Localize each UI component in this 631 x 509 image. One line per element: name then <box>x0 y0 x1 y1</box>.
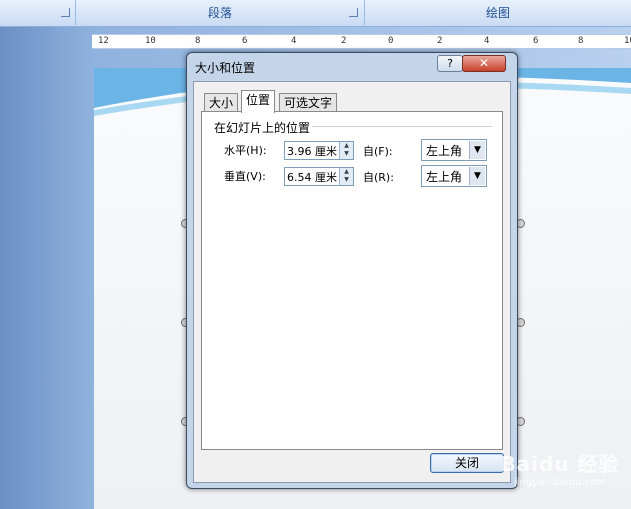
ruler-tick: 6 <box>242 36 248 46</box>
ruler-tick: 8 <box>578 36 584 46</box>
vertical-value: 6.54 厘米 <box>287 171 337 184</box>
vertical-from-select[interactable]: 左上角 ▼ <box>421 165 487 187</box>
selected-value: 左上角 <box>426 144 463 158</box>
size-position-dialog: 大小和位置 ? ✕ 大小 位置 可选文字 在幻灯片上的位置 水平(H): 3.9… <box>186 52 518 489</box>
dialog-launcher-icon[interactable] <box>349 8 358 17</box>
ruler-tick: 0 <box>388 36 394 46</box>
horizontal-position-input[interactable]: 3.96 厘米 ▲ ▼ <box>284 141 354 160</box>
tab-alt-text[interactable]: 可选文字 <box>279 93 338 112</box>
ribbon-group-drawing: 绘图 <box>365 0 631 25</box>
dialog-launcher-icon[interactable] <box>61 8 70 17</box>
ribbon-group-font <box>0 0 76 25</box>
horizontal-label: 水平(H): <box>224 144 267 157</box>
ribbon-group-bar: 段落 绘图 <box>0 0 631 27</box>
dialog-body: 大小 位置 可选文字 在幻灯片上的位置 水平(H): 3.96 厘米 ▲ ▼ 自… <box>193 81 511 483</box>
section-title: 在幻灯片上的位置 <box>214 121 311 135</box>
section-divider <box>312 126 492 127</box>
selected-value: 左上角 <box>426 170 463 184</box>
watermark-url: jingyan.baidu.com <box>513 477 607 488</box>
horizontal-value: 3.96 厘米 <box>287 145 337 158</box>
tab-position[interactable]: 位置 <box>241 90 276 113</box>
dialog-title: 大小和位置 <box>195 61 256 75</box>
ribbon-group-label: 绘图 <box>485 6 510 20</box>
horizontal-ruler[interactable]: 12 10 8 6 4 2 0 2 4 6 8 10 <box>92 34 631 49</box>
spin-down-icon[interactable]: ▼ <box>340 176 353 184</box>
spinner-buttons[interactable]: ▲ ▼ <box>339 168 353 185</box>
ruler-tick: 6 <box>533 36 539 46</box>
tab-panel-position: 在幻灯片上的位置 水平(H): 3.96 厘米 ▲ ▼ 自(F): 左上角 ▼ … <box>201 111 503 450</box>
chevron-down-icon[interactable]: ▼ <box>469 141 485 159</box>
chevron-down-icon[interactable]: ▼ <box>469 167 485 185</box>
ruler-tick: 2 <box>437 36 443 46</box>
ribbon-group-paragraph: 段落 <box>76 0 365 25</box>
tab-size[interactable]: 大小 <box>204 93 239 112</box>
watermark-main: Baidu 经验 <box>500 452 620 476</box>
ruler-tick: 10 <box>624 36 631 46</box>
spin-down-icon[interactable]: ▼ <box>340 150 353 158</box>
ruler-tick: 2 <box>341 36 347 46</box>
ribbon-group-label: 段落 <box>207 6 232 20</box>
vertical-label: 垂直(V): <box>224 170 266 183</box>
vertical-from-label: 自(R): <box>363 171 394 184</box>
horizontal-from-label: 自(F): <box>363 145 393 158</box>
close-icon[interactable]: ✕ <box>462 55 506 72</box>
ruler-tick: 8 <box>195 36 201 46</box>
help-button[interactable]: ? <box>437 55 463 72</box>
ruler-tick: 10 <box>145 36 156 46</box>
horizontal-from-select[interactable]: 左上角 ▼ <box>421 139 487 161</box>
close-button[interactable]: 关闭 <box>430 453 504 473</box>
spinner-buttons[interactable]: ▲ ▼ <box>339 142 353 159</box>
vertical-position-input[interactable]: 6.54 厘米 ▲ ▼ <box>284 167 354 186</box>
ruler-tick: 4 <box>484 36 490 46</box>
ruler-tick: 12 <box>98 36 109 46</box>
ruler-tick: 4 <box>291 36 297 46</box>
spin-up-icon[interactable]: ▲ <box>340 168 353 176</box>
spin-up-icon[interactable]: ▲ <box>340 142 353 150</box>
baidu-watermark-logo: Baidu 经验 jingyan.baidu.com <box>500 448 620 502</box>
